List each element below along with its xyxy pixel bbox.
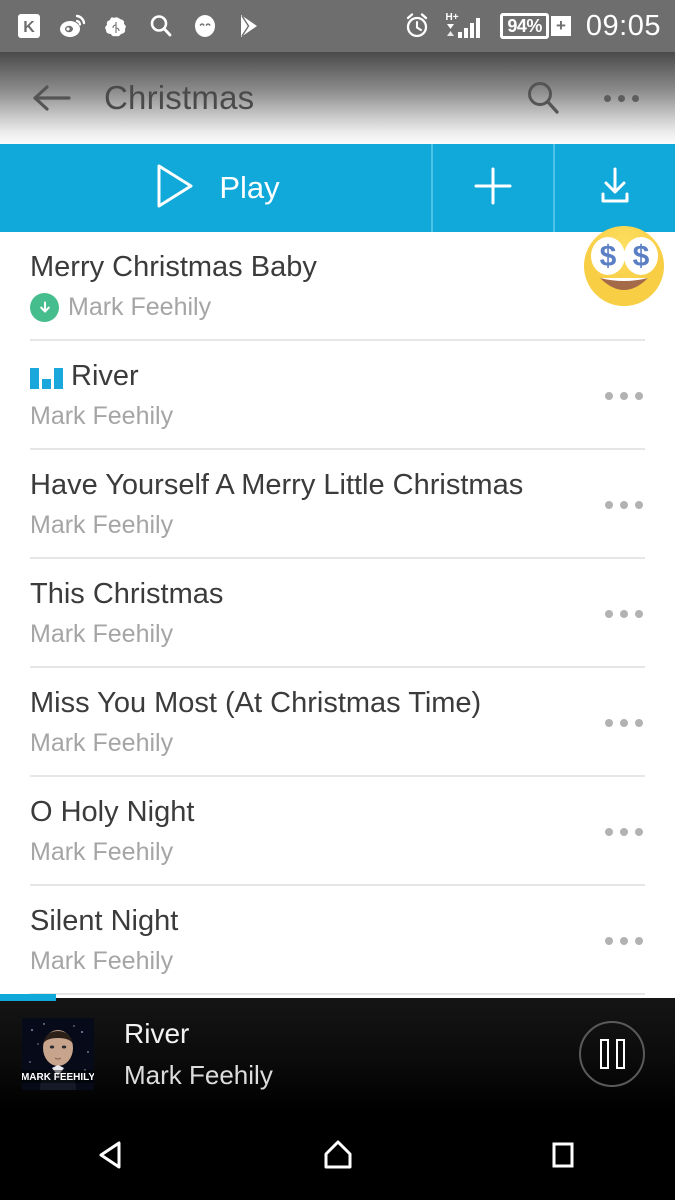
search-icon[interactable] (515, 70, 571, 126)
row-overflow-icon[interactable] (597, 805, 651, 859)
phone-screen: K H+ 94% + 09:05 Christmas Play $ $ Merr… (0, 0, 675, 1200)
row-overflow-icon[interactable] (597, 696, 651, 750)
song-row-3[interactable]: This Christmas Mark Feehily (0, 559, 675, 668)
pause-bars (599, 1039, 625, 1069)
song-artist-line: Mark Feehily (30, 838, 645, 867)
song-row-6[interactable]: Silent Night Mark Feehily (0, 886, 675, 995)
song-artist: Mark Feehily (30, 620, 174, 649)
now-playing-meta: River Mark Feehily (124, 1017, 273, 1091)
play-triangle-icon (151, 161, 197, 216)
song-row-content: This Christmas Mark Feehily (30, 559, 645, 668)
android-nav-bar (0, 1110, 675, 1200)
row-overflow-icon[interactable] (597, 260, 651, 314)
song-row-5[interactable]: O Holy Night Mark Feehily (0, 777, 675, 886)
song-title: Have Yourself A Merry Little Christmas (30, 468, 524, 501)
overflow-menu-icon[interactable] (593, 70, 649, 126)
smiley-face-icon (190, 11, 220, 41)
song-artist-line: Mark Feehily (30, 511, 645, 540)
battery-indicator: 94% + (500, 13, 571, 39)
plus-icon (470, 163, 516, 214)
pause-icon[interactable] (579, 1021, 645, 1087)
app-bar-actions (515, 70, 649, 126)
signal-strength-icon: H+ (443, 11, 489, 41)
brain-cloud-icon (102, 11, 132, 41)
now-playing-bar[interactable]: MARK FEEHILY River Mark Feehily (0, 994, 675, 1110)
song-row-1[interactable]: River Mark Feehily (0, 341, 675, 450)
album-art-thumbnail: MARK FEEHILY (22, 1018, 94, 1090)
song-artist-line: Mark Feehily (30, 620, 645, 649)
song-artist: Mark Feehily (30, 838, 174, 867)
network-type-label: H+ (446, 12, 459, 23)
song-title: O Holy Night (30, 795, 195, 828)
download-icon (592, 163, 638, 214)
kugou-app-icon: K (14, 11, 44, 41)
row-overflow-icon[interactable] (597, 369, 651, 423)
nav-back-icon[interactable] (0, 1110, 225, 1200)
song-row-0[interactable]: Merry Christmas Baby Mark Feehily (0, 232, 675, 341)
song-artist: Mark Feehily (30, 729, 174, 758)
song-row-2[interactable]: Have Yourself A Merry Little Christmas M… (0, 450, 675, 559)
song-row-content: Miss You Most (At Christmas Time) Mark F… (30, 668, 645, 777)
song-row-content: River Mark Feehily (30, 341, 645, 450)
row-overflow-icon[interactable] (597, 478, 651, 532)
status-bar-notification-icons: K (14, 11, 264, 41)
song-row-content: Merry Christmas Baby Mark Feehily (30, 232, 645, 341)
status-bar: K H+ 94% + 09:05 (0, 0, 675, 52)
nav-recents-icon[interactable] (450, 1110, 675, 1200)
playback-progress-bar (0, 994, 56, 1001)
downloaded-check-icon (30, 293, 59, 323)
row-overflow-icon[interactable] (597, 914, 651, 968)
song-artist: Mark Feehily (30, 947, 174, 976)
play-all-label: Play (219, 170, 280, 205)
song-artist: Mark Feehily (30, 402, 174, 431)
song-row-content: Have Yourself A Merry Little Christmas M… (30, 450, 645, 559)
song-artist-line: Mark Feehily (30, 293, 645, 323)
page-title: Christmas (104, 79, 255, 116)
song-title: Silent Night (30, 904, 179, 937)
song-row-4[interactable]: Miss You Most (At Christmas Time) Mark F… (0, 668, 675, 777)
battery-charging-icon: + (550, 16, 571, 36)
now-playing-artist: Mark Feehily (124, 1059, 273, 1090)
play-store-icon (234, 11, 264, 41)
battery-percent-label: 94% (507, 15, 542, 36)
svg-text:K: K (23, 19, 35, 36)
app-bar: Christmas (0, 52, 675, 144)
alarm-clock-icon (402, 11, 432, 41)
nav-home-icon[interactable] (225, 1110, 450, 1200)
back-arrow-icon[interactable] (26, 72, 78, 124)
search-status-icon (146, 11, 176, 41)
playlist-action-bar: Play (0, 144, 675, 232)
song-title: This Christmas (30, 577, 224, 610)
row-overflow-icon[interactable] (597, 587, 651, 641)
song-artist: Mark Feehily (30, 511, 174, 540)
song-artist-line: Mark Feehily (30, 402, 645, 431)
song-title: River (30, 360, 645, 393)
now-playing-title: River (124, 1018, 190, 1050)
song-row-content: O Holy Night Mark Feehily (30, 777, 645, 886)
overflow-dots (603, 94, 639, 102)
weibo-icon (58, 11, 88, 41)
now-playing-equalizer-icon (30, 365, 63, 389)
song-title: Miss You Most (At Christmas Time) (30, 686, 482, 719)
add-to-playlist-button[interactable] (433, 144, 555, 232)
play-all-button[interactable]: Play (0, 144, 433, 232)
download-all-button[interactable] (555, 144, 675, 232)
album-art-label: MARK FEEHILY (22, 1072, 94, 1083)
song-row-content: Silent Night Mark Feehily (30, 886, 645, 995)
status-bar-clock: 09:05 (585, 9, 661, 42)
song-title: Merry Christmas Baby (30, 250, 317, 283)
status-bar-system-icons: H+ 94% + 09:05 (402, 10, 661, 43)
song-artist: Mark Feehily (68, 293, 212, 322)
song-artist-line: Mark Feehily (30, 729, 645, 758)
battery-body: 94% (500, 13, 549, 39)
song-artist-line: Mark Feehily (30, 947, 645, 976)
